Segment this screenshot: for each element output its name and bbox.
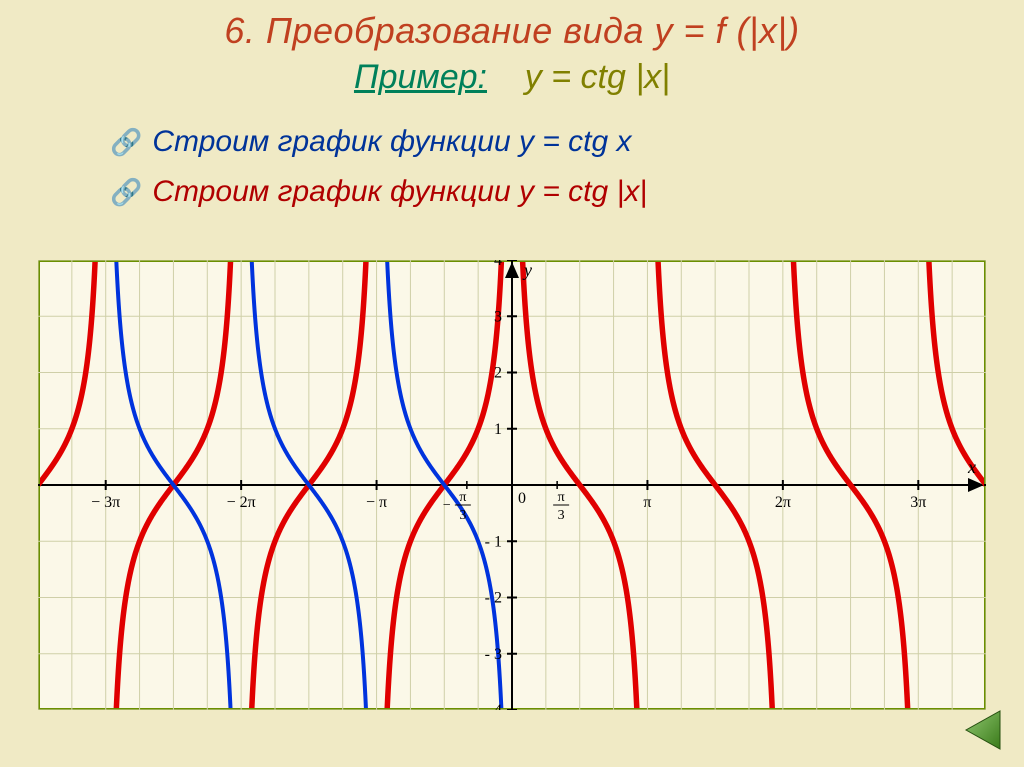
svg-text:- 2: - 2 <box>485 590 502 607</box>
svg-text:3π: 3π <box>910 494 926 511</box>
chart-axes <box>38 260 986 710</box>
chart-container: xy0− 3π− 2π− ππ2π3π- 4- 3- 2- 11234−π3π3 <box>38 260 986 710</box>
svg-text:- 3: - 3 <box>485 646 502 663</box>
title-line2: Пример: y = ctg |x| <box>0 58 1024 97</box>
svg-text:x: x <box>967 457 976 477</box>
prev-triangle-icon <box>960 707 1006 753</box>
svg-text:3: 3 <box>459 508 466 523</box>
svg-text:1: 1 <box>494 421 502 438</box>
bullet-text: Строим график функции y = ctg |x| <box>152 175 647 209</box>
svg-text:2: 2 <box>494 365 502 382</box>
svg-text:3: 3 <box>558 508 565 523</box>
svg-text:2π: 2π <box>775 494 791 511</box>
link-icon: 🔗 <box>110 177 142 208</box>
slide-title: 6. Преобразование вида y = f (|x|) Приме… <box>0 0 1024 97</box>
svg-text:π: π <box>459 490 466 505</box>
svg-text:− 3π: − 3π <box>91 494 120 511</box>
svg-text:4: 4 <box>494 260 502 269</box>
svg-text:π: π <box>643 494 651 511</box>
svg-text:− π: − π <box>366 494 387 511</box>
svg-text:0: 0 <box>518 490 526 507</box>
svg-text:- 1: - 1 <box>485 533 502 550</box>
svg-text:y: y <box>522 260 532 280</box>
svg-text:−: − <box>443 498 451 513</box>
bullet-item-red: 🔗 Строим график функции y = ctg |x| <box>110 175 1024 209</box>
link-icon: 🔗 <box>110 127 142 158</box>
bullet-text: Строим график функции y = ctg x <box>152 125 631 159</box>
svg-text:− 2π: − 2π <box>227 494 256 511</box>
prev-button[interactable] <box>960 707 1006 753</box>
bullet-list: 🔗 Строим график функции y = ctg x 🔗 Стро… <box>110 125 1024 209</box>
chart-svg: xy0− 3π− 2π− ππ2π3π- 4- 3- 2- 11234−π3π3 <box>38 260 986 710</box>
bullet-item-blue: 🔗 Строим график функции y = ctg x <box>110 125 1024 159</box>
svg-text:π: π <box>558 490 565 505</box>
example-equation: y = ctg |x| <box>525 58 670 96</box>
svg-text:- 4: - 4 <box>485 702 502 710</box>
title-line1: 6. Преобразование вида y = f (|x|) <box>0 10 1024 52</box>
svg-text:3: 3 <box>494 308 502 325</box>
example-label: Пример: <box>354 58 487 96</box>
